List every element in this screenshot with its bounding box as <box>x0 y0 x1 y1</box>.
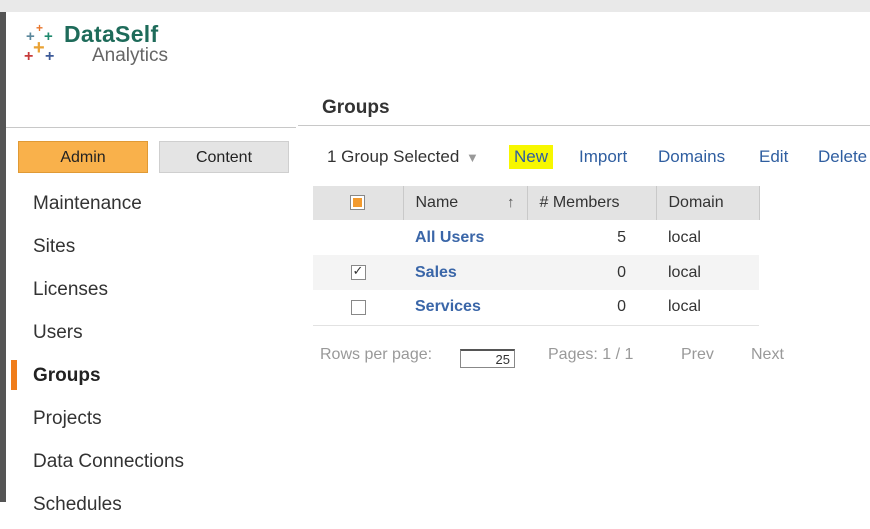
logo-sub-text: Analytics <box>92 45 169 66</box>
sidebar-item-groups[interactable]: Groups <box>6 352 296 395</box>
tab-admin[interactable]: Admin <box>18 141 148 173</box>
select-all-header[interactable] <box>313 186 404 220</box>
sidebar-divider <box>6 127 296 128</box>
import-button[interactable]: Import <box>579 147 627 167</box>
rows-per-page-label: Rows per page: <box>320 346 433 363</box>
active-indicator <box>11 360 17 390</box>
column-header-name[interactable]: Name ↑ <box>403 186 528 220</box>
pages-indicator: Pages: 1 / 1 <box>548 346 634 363</box>
group-name-link[interactable]: All Users <box>403 220 527 255</box>
sidebar-item-users[interactable]: Users <box>6 309 296 352</box>
logo-brand-text: DataSelf <box>64 21 159 47</box>
column-header-label: Name <box>415 194 459 211</box>
sidebar-item-maintenance[interactable]: Maintenance <box>6 180 296 223</box>
table-row[interactable]: Services 0 local <box>313 290 759 326</box>
row-checkbox-cell <box>313 220 403 255</box>
member-count: 0 <box>527 290 656 326</box>
row-checkbox-cell <box>313 255 403 290</box>
selection-count-label: 1 Group Selected <box>327 147 460 166</box>
member-count: 0 <box>527 255 656 290</box>
selection-dropdown[interactable]: 1 Group Selected ▼ <box>327 147 479 167</box>
row-checkbox-cell <box>313 290 403 326</box>
sidebar-nav: Maintenance Sites Licenses Users Groups … <box>6 180 296 524</box>
sidebar-item-sites[interactable]: Sites <box>6 223 296 266</box>
logo[interactable]: + + + + + + DataSelf Analytics <box>24 22 168 68</box>
select-all-checkbox[interactable] <box>350 195 366 211</box>
row-checkbox[interactable] <box>350 263 366 280</box>
table-row[interactable]: All Users 5 local <box>313 220 759 255</box>
groups-table: Name ↑ # Members Domain All Users 5 loca… <box>313 186 760 326</box>
sidebar-item-projects[interactable]: Projects <box>6 395 296 438</box>
sidebar-item-data-connections[interactable]: Data Connections <box>6 438 296 481</box>
column-header-members[interactable]: # Members <box>527 186 657 220</box>
logo-crosses-icon: + + + + + + <box>24 21 55 65</box>
domain-value: local <box>656 290 759 326</box>
sort-ascending-icon: ↑ <box>507 194 515 211</box>
tab-content[interactable]: Content <box>159 141 289 173</box>
group-name-link[interactable]: Services <box>403 290 527 326</box>
table-header-row: Name ↑ # Members Domain <box>313 186 760 220</box>
group-name-link[interactable]: Sales <box>403 255 527 290</box>
domain-value: local <box>656 255 759 290</box>
window-top-strip <box>0 0 870 12</box>
next-page-link[interactable]: Next <box>751 346 784 364</box>
sidebar-item-label: Groups <box>33 365 101 386</box>
new-button[interactable]: New <box>509 145 554 169</box>
delete-button[interactable]: Delete <box>818 147 867 167</box>
member-count: 5 <box>527 220 656 255</box>
page-title: Groups <box>322 97 390 118</box>
column-header-domain[interactable]: Domain <box>656 186 760 220</box>
table-row[interactable]: Sales 0 local <box>313 255 759 290</box>
rows-per-page-input[interactable]: 25 <box>460 349 515 368</box>
row-checkbox[interactable] <box>350 299 366 315</box>
domains-button[interactable]: Domains <box>658 147 725 167</box>
chevron-down-icon: ▼ <box>466 150 479 165</box>
sidebar-item-schedules[interactable]: Schedules <box>6 481 296 524</box>
sidebar-item-licenses[interactable]: Licenses <box>6 266 296 309</box>
header-divider <box>298 125 870 126</box>
domain-value: local <box>656 220 759 255</box>
edit-button[interactable]: Edit <box>759 147 788 167</box>
prev-page-link[interactable]: Prev <box>681 346 714 364</box>
